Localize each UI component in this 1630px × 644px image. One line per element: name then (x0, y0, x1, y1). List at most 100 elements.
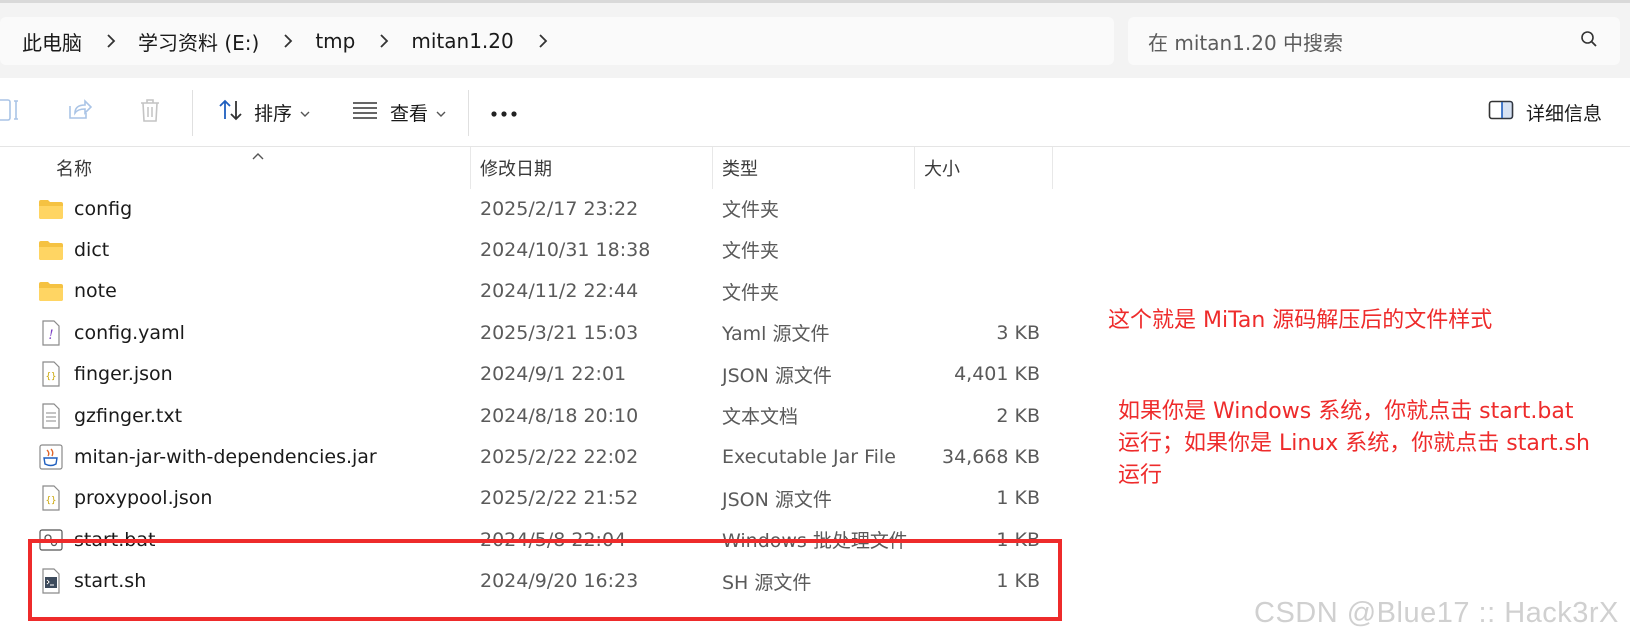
breadcrumb-item-drive-e[interactable]: 学习资料 (E:) (116, 27, 259, 56)
column-divider[interactable] (1052, 147, 1053, 189)
file-name-cell[interactable]: config (26, 187, 132, 230)
delete-button[interactable] (138, 78, 162, 146)
table-row[interactable]: {} finger.json 2024/9/1 22:01 JSON 源文件 4,401… (26, 353, 1066, 396)
column-header-name[interactable]: 名称 (56, 147, 92, 189)
file-type: Executable Jar File (722, 445, 896, 468)
details-label: 详细信息 (1526, 102, 1603, 125)
file-date: 2025/2/17 23:22 (480, 197, 639, 220)
text-file-icon (36, 402, 66, 429)
table-row[interactable]: config 2025/2/17 23:22 文件夹 (26, 187, 1066, 230)
file-type: 文件夹 (722, 281, 780, 304)
address-bar-area: 此电脑 学习资料 (E:) tmp mitan1.20 在 mitan1.20 … (0, 0, 1630, 78)
file-date: 2024/11/2 22:44 (480, 280, 639, 303)
file-name: mitan-jar-with-dependencies.jar (74, 445, 377, 468)
folder-icon (36, 280, 66, 302)
json-file-icon: {} (36, 361, 66, 387)
file-type: Yaml 源文件 (722, 323, 830, 346)
chevron-right-icon[interactable] (514, 33, 548, 49)
file-date: 2024/9/1 22:01 (480, 363, 627, 386)
chevron-right-icon[interactable] (82, 33, 116, 49)
trash-icon (138, 97, 162, 128)
breadcrumb-item-tmp[interactable]: tmp (293, 29, 355, 53)
column-header-type[interactable]: 类型 (722, 147, 758, 189)
more-icon (490, 101, 518, 123)
column-divider[interactable] (470, 147, 471, 189)
annotation-note: 这个就是 MiTan 源码解压后的文件样式 (1108, 308, 1493, 333)
highlight-box (28, 539, 1062, 621)
file-name: note (74, 280, 117, 303)
file-type: JSON 源文件 (722, 488, 832, 511)
table-row[interactable]: ! config.yaml 2025/3/21 15:03 Yaml 源文件 3 KB (26, 311, 1066, 354)
file-type: 文本文档 (722, 406, 799, 428)
rename-button[interactable] (0, 78, 24, 146)
view-label: 查看 (390, 102, 429, 125)
file-name-cell[interactable]: {} finger.json (26, 353, 173, 396)
file-date: 2025/3/21 15:03 (480, 321, 639, 344)
sort-icon (218, 98, 244, 127)
chevron-down-icon (300, 101, 310, 123)
toolbar-divider (468, 90, 469, 136)
file-name-cell[interactable]: mitan-jar-with-dependencies.jar (26, 435, 377, 478)
table-row[interactable]: gzfinger.txt 2024/8/18 20:10 文本文档 2 KB (26, 394, 1066, 437)
breadcrumb-item-mitan[interactable]: mitan1.20 (389, 29, 513, 53)
details-pane-button[interactable]: 详细信息 (1488, 78, 1602, 146)
file-name: proxypool.json (74, 487, 213, 510)
file-name-cell[interactable]: gzfinger.txt (26, 394, 182, 437)
jar-file-icon (36, 444, 66, 470)
details-pane-icon (1488, 100, 1514, 125)
column-header-size[interactable]: 大小 (924, 147, 960, 189)
table-row[interactable]: note 2024/11/2 22:44 文件夹 (26, 270, 1066, 313)
column-divider[interactable] (914, 147, 915, 189)
file-name-cell[interactable]: ! config.yaml (26, 311, 185, 354)
folder-icon (36, 239, 66, 261)
share-button[interactable] (66, 78, 93, 146)
file-name: finger.json (74, 363, 173, 386)
column-divider[interactable] (712, 147, 713, 189)
sort-label: 排序 (254, 102, 293, 125)
rename-icon (0, 97, 24, 128)
search-icon[interactable] (1580, 30, 1598, 52)
table-row[interactable]: mitan-jar-with-dependencies.jar 2025/2/22… (26, 435, 1066, 478)
window-top-border (0, 0, 1630, 3)
chevron-right-icon[interactable] (259, 33, 293, 49)
file-size: 1 KB (996, 487, 1040, 510)
column-header-date[interactable]: 修改日期 (480, 147, 552, 189)
file-name-cell[interactable]: dict (26, 228, 109, 271)
search-input[interactable]: 在 mitan1.20 中搜索 (1148, 27, 1580, 56)
folder-icon (36, 198, 66, 220)
table-row[interactable]: {} proxypool.json 2025/2/22 21:52 JSON 源文件 1… (26, 477, 1066, 520)
file-type: 文件夹 (722, 240, 780, 263)
file-type: 文件夹 (722, 199, 780, 221)
table-row[interactable]: dict 2024/10/31 18:38 文件夹 (26, 228, 1066, 271)
command-bar: 排序 查看 详细信息 (0, 78, 1630, 147)
breadcrumb-item-this-pc[interactable]: 此电脑 (0, 27, 82, 56)
chevron-down-icon (436, 101, 446, 123)
file-size: 3 KB (996, 321, 1040, 344)
breadcrumb[interactable]: 此电脑 学习资料 (E:) tmp mitan1.20 (0, 17, 1114, 65)
file-type: JSON 源文件 (722, 364, 832, 387)
file-name: gzfinger.txt (74, 404, 183, 427)
toolbar-divider (192, 90, 193, 136)
chevron-right-icon[interactable] (355, 33, 389, 49)
file-name-cell[interactable]: note (26, 270, 117, 313)
yaml-file-icon: ! (36, 320, 66, 346)
file-name: dict (74, 238, 110, 261)
file-size: 2 KB (996, 404, 1040, 427)
search-box[interactable]: 在 mitan1.20 中搜索 (1128, 17, 1620, 65)
svg-text:!: ! (48, 328, 53, 343)
share-icon (66, 98, 93, 127)
annotation-note: 如果你是 Windows 系统，你就点击 start.bat 运行；如果你是 L… (1118, 399, 1590, 488)
watermark: CSDN @Blue17 :: Hack3rX (1254, 597, 1619, 629)
svg-text:{}: {} (46, 372, 57, 382)
file-size: 34,668 KB (941, 445, 1040, 468)
sort-ascending-icon (252, 145, 264, 164)
view-button[interactable]: 查看 (352, 78, 446, 146)
json-file-icon: {} (36, 485, 66, 511)
file-date: 2024/10/31 18:38 (480, 238, 651, 261)
view-list-icon (352, 100, 378, 125)
more-options-button[interactable] (490, 78, 518, 146)
file-name: config (74, 197, 133, 220)
file-date: 2024/8/18 20:10 (480, 404, 639, 427)
file-name-cell[interactable]: {} proxypool.json (26, 477, 212, 520)
sort-button[interactable]: 排序 (218, 78, 310, 146)
